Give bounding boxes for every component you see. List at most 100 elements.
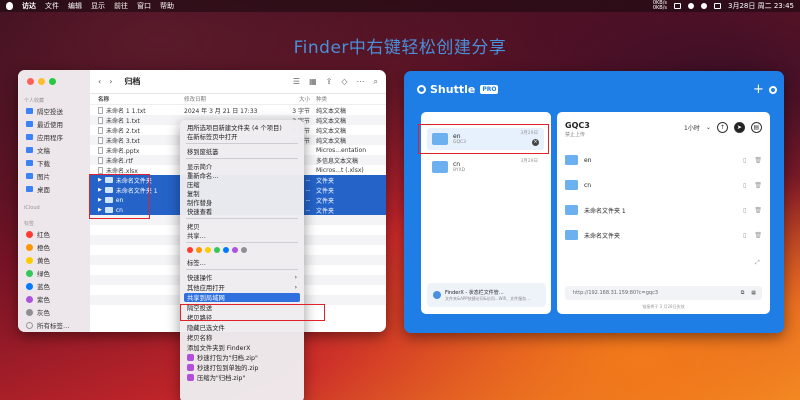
add-icon[interactable]: + bbox=[753, 82, 764, 97]
document-icon[interactable]: ▯ bbox=[743, 232, 746, 239]
grid-view-icon[interactable]: ▦ bbox=[309, 77, 317, 87]
shared-item-cn[interactable]: cn BYXD 3月29日 bbox=[427, 156, 544, 178]
menu-item-zip-archive[interactable]: 秒速打包为"归档.zip" bbox=[184, 353, 300, 362]
menu-item-add-to-finderx[interactable]: 添加文件夹到 FinderX bbox=[184, 343, 300, 352]
expand-icon[interactable]: ⤢ bbox=[755, 259, 760, 267]
shared-file-row[interactable]: en ▯ 🗑 bbox=[565, 153, 762, 167]
menu-item-duplicate[interactable]: 复制 bbox=[184, 189, 300, 198]
menu-file[interactable]: 文件 bbox=[45, 1, 59, 11]
sidebar-tag-green[interactable]: 绿色 bbox=[26, 268, 50, 278]
share-url[interactable]: http://192.168.31.159:80?c=gqc3 bbox=[573, 290, 658, 296]
menu-item-share[interactable]: 共享… bbox=[184, 231, 300, 240]
clipboard-icon[interactable]: ▤ bbox=[750, 122, 762, 133]
document-icon[interactable]: ▯ bbox=[743, 157, 746, 164]
control-center-icon[interactable] bbox=[714, 3, 722, 9]
finderx-promo[interactable]: FinderX - 状态栏文件管… 文件夹&APP快捷访问&访问...Wifi、… bbox=[427, 283, 546, 307]
menu-item-share-to-lan[interactable]: 共享到局域网 bbox=[184, 293, 300, 302]
sidebar-item-label: 图片 bbox=[37, 173, 50, 181]
settings-gear-icon[interactable] bbox=[769, 86, 777, 94]
qr-code-icon[interactable]: ▦ bbox=[751, 290, 756, 296]
wifi-icon[interactable] bbox=[688, 3, 695, 9]
clock[interactable]: 3月28日 周二 23:45 bbox=[728, 1, 794, 11]
expiry-select[interactable]: 1小时 bbox=[684, 123, 700, 132]
list-view-icon[interactable]: ☰ bbox=[293, 77, 300, 87]
trash-icon[interactable]: 🗑 bbox=[754, 157, 762, 164]
menu-finder[interactable]: 访达 bbox=[22, 1, 36, 11]
document-icon[interactable]: ▯ bbox=[743, 207, 746, 214]
trash-icon[interactable]: 🗑 bbox=[754, 207, 762, 214]
menu-window[interactable]: 窗口 bbox=[137, 1, 151, 11]
col-kind[interactable]: 种类 bbox=[316, 95, 386, 103]
menu-item-move-to-trash[interactable]: 移到废纸篓 bbox=[184, 147, 300, 156]
menu-item-compress[interactable]: 压缩 bbox=[184, 180, 300, 189]
more-icon[interactable]: ⋯ bbox=[357, 77, 365, 87]
network-speed[interactable]: 0KB/s 0KB/s bbox=[653, 1, 667, 11]
search-icon[interactable]: ⌕ bbox=[374, 77, 378, 87]
tag-green-dot-icon[interactable] bbox=[214, 247, 220, 253]
menu-view[interactable]: 显示 bbox=[91, 1, 105, 11]
menu-item-copy[interactable]: 拷贝 bbox=[184, 222, 300, 231]
sidebar-tag-orange[interactable]: 橙色 bbox=[26, 242, 50, 252]
sidebar-item-downloads[interactable]: 下载 bbox=[26, 158, 50, 168]
shared-file-row[interactable]: cn ▯ 🗑 bbox=[565, 178, 762, 192]
sidebar-tag-all[interactable]: 所有标签… bbox=[26, 320, 70, 330]
sidebar-item-documents[interactable]: 文稿 bbox=[26, 145, 50, 155]
shared-file-row[interactable]: 未命名文件夹 1 ▯ 🗑 bbox=[565, 203, 762, 217]
menu-item-new-folder-with-selection[interactable]: 用所选项目新建文件夹 (4 个项目) bbox=[184, 123, 300, 132]
close-button[interactable] bbox=[27, 78, 34, 85]
col-date[interactable]: 修改日期 bbox=[184, 95, 272, 103]
sidebar-item-applications[interactable]: 应用程序 bbox=[26, 132, 63, 142]
menu-item-quick-actions[interactable]: 快速操作 › bbox=[184, 273, 300, 282]
menu-item-zip-separate[interactable]: 秒速打包到单独的.zip bbox=[184, 363, 300, 372]
sidebar-tag-purple[interactable]: 紫色 bbox=[26, 294, 50, 304]
menu-item-copy-name[interactable]: 拷贝名称 bbox=[184, 333, 300, 342]
upload-icon[interactable]: ↑ bbox=[716, 122, 728, 133]
shared-file-row[interactable]: 未命名文件夹 ▯ 🗑 bbox=[565, 228, 762, 242]
zoom-button[interactable] bbox=[49, 78, 56, 85]
apple-logo-icon[interactable] bbox=[6, 2, 13, 10]
send-icon[interactable]: ➤ bbox=[733, 122, 745, 133]
sidebar-item-airdrop[interactable]: 隔空投送 bbox=[26, 106, 63, 116]
expiry-chevron-icon[interactable]: ⌄ bbox=[706, 124, 711, 131]
col-name[interactable]: 名称 bbox=[90, 95, 184, 103]
menu-item-tags[interactable]: 标签… bbox=[184, 258, 300, 267]
menu-item-open-with-other-app[interactable]: 其他应用打开 › bbox=[184, 283, 300, 292]
search-icon[interactable] bbox=[701, 3, 708, 9]
tag-purple-dot-icon[interactable] bbox=[232, 247, 238, 253]
minimize-button[interactable] bbox=[38, 78, 45, 85]
menu-item-rename[interactable]: 重新命名… bbox=[184, 171, 300, 180]
tag-icon[interactable]: ◇ bbox=[341, 77, 347, 87]
trash-icon[interactable]: 🗑 bbox=[754, 182, 762, 189]
menu-item-compress-archive[interactable]: 压缩为"归档.zip" bbox=[184, 373, 300, 382]
menu-item-quick-look[interactable]: 快速查看 bbox=[184, 207, 300, 216]
menu-item-open-in-new-tab[interactable]: 在新标签页中打开 bbox=[184, 132, 300, 141]
sidebar-item-recents[interactable]: 最近使用 bbox=[26, 119, 63, 129]
tag-gray-dot-icon[interactable] bbox=[241, 247, 247, 253]
menu-item-make-alias[interactable]: 制作替身 bbox=[184, 198, 300, 207]
menu-edit[interactable]: 编辑 bbox=[68, 1, 82, 11]
sidebar-tag-blue[interactable]: 蓝色 bbox=[26, 281, 50, 291]
menu-item-get-info[interactable]: 显示简介 bbox=[184, 162, 300, 171]
sidebar-tag-yellow[interactable]: 黄色 bbox=[26, 255, 50, 265]
tag-yellow-dot-icon[interactable] bbox=[205, 247, 211, 253]
menu-help[interactable]: 帮助 bbox=[160, 1, 174, 11]
menu-go[interactable]: 前往 bbox=[114, 1, 128, 11]
share-url-bar[interactable]: http://192.168.31.159:80?c=gqc3 ⧉ ▦ bbox=[565, 286, 762, 300]
trash-icon[interactable]: 🗑 bbox=[754, 232, 762, 239]
sidebar-item-pictures[interactable]: 图片 bbox=[26, 171, 50, 181]
col-size[interactable]: 大小 bbox=[272, 95, 316, 103]
sidebar-item-desktop[interactable]: 桌面 bbox=[26, 184, 50, 194]
menu-item-hide-selected[interactable]: 隐藏已选文件 bbox=[184, 323, 300, 332]
battery-icon[interactable] bbox=[674, 3, 682, 9]
copy-icon[interactable]: ⧉ bbox=[741, 290, 745, 296]
sidebar-tag-red[interactable]: 红色 bbox=[26, 229, 50, 239]
tag-blue-dot-icon[interactable] bbox=[223, 247, 229, 253]
table-row[interactable]: 未命名 1 1.txt 2024 年 3 月 21 日 17:33 3 字节 纯文本文… bbox=[90, 105, 386, 115]
tag-red-dot-icon[interactable] bbox=[187, 247, 193, 253]
document-icon[interactable]: ▯ bbox=[743, 182, 746, 189]
sidebar-tag-gray[interactable]: 灰色 bbox=[26, 307, 50, 317]
back-arrow-icon[interactable]: ‹ bbox=[98, 77, 101, 86]
tag-orange-dot-icon[interactable] bbox=[196, 247, 202, 253]
forward-arrow-icon[interactable]: › bbox=[109, 77, 112, 86]
share-icon[interactable]: ⇪ bbox=[326, 77, 333, 87]
